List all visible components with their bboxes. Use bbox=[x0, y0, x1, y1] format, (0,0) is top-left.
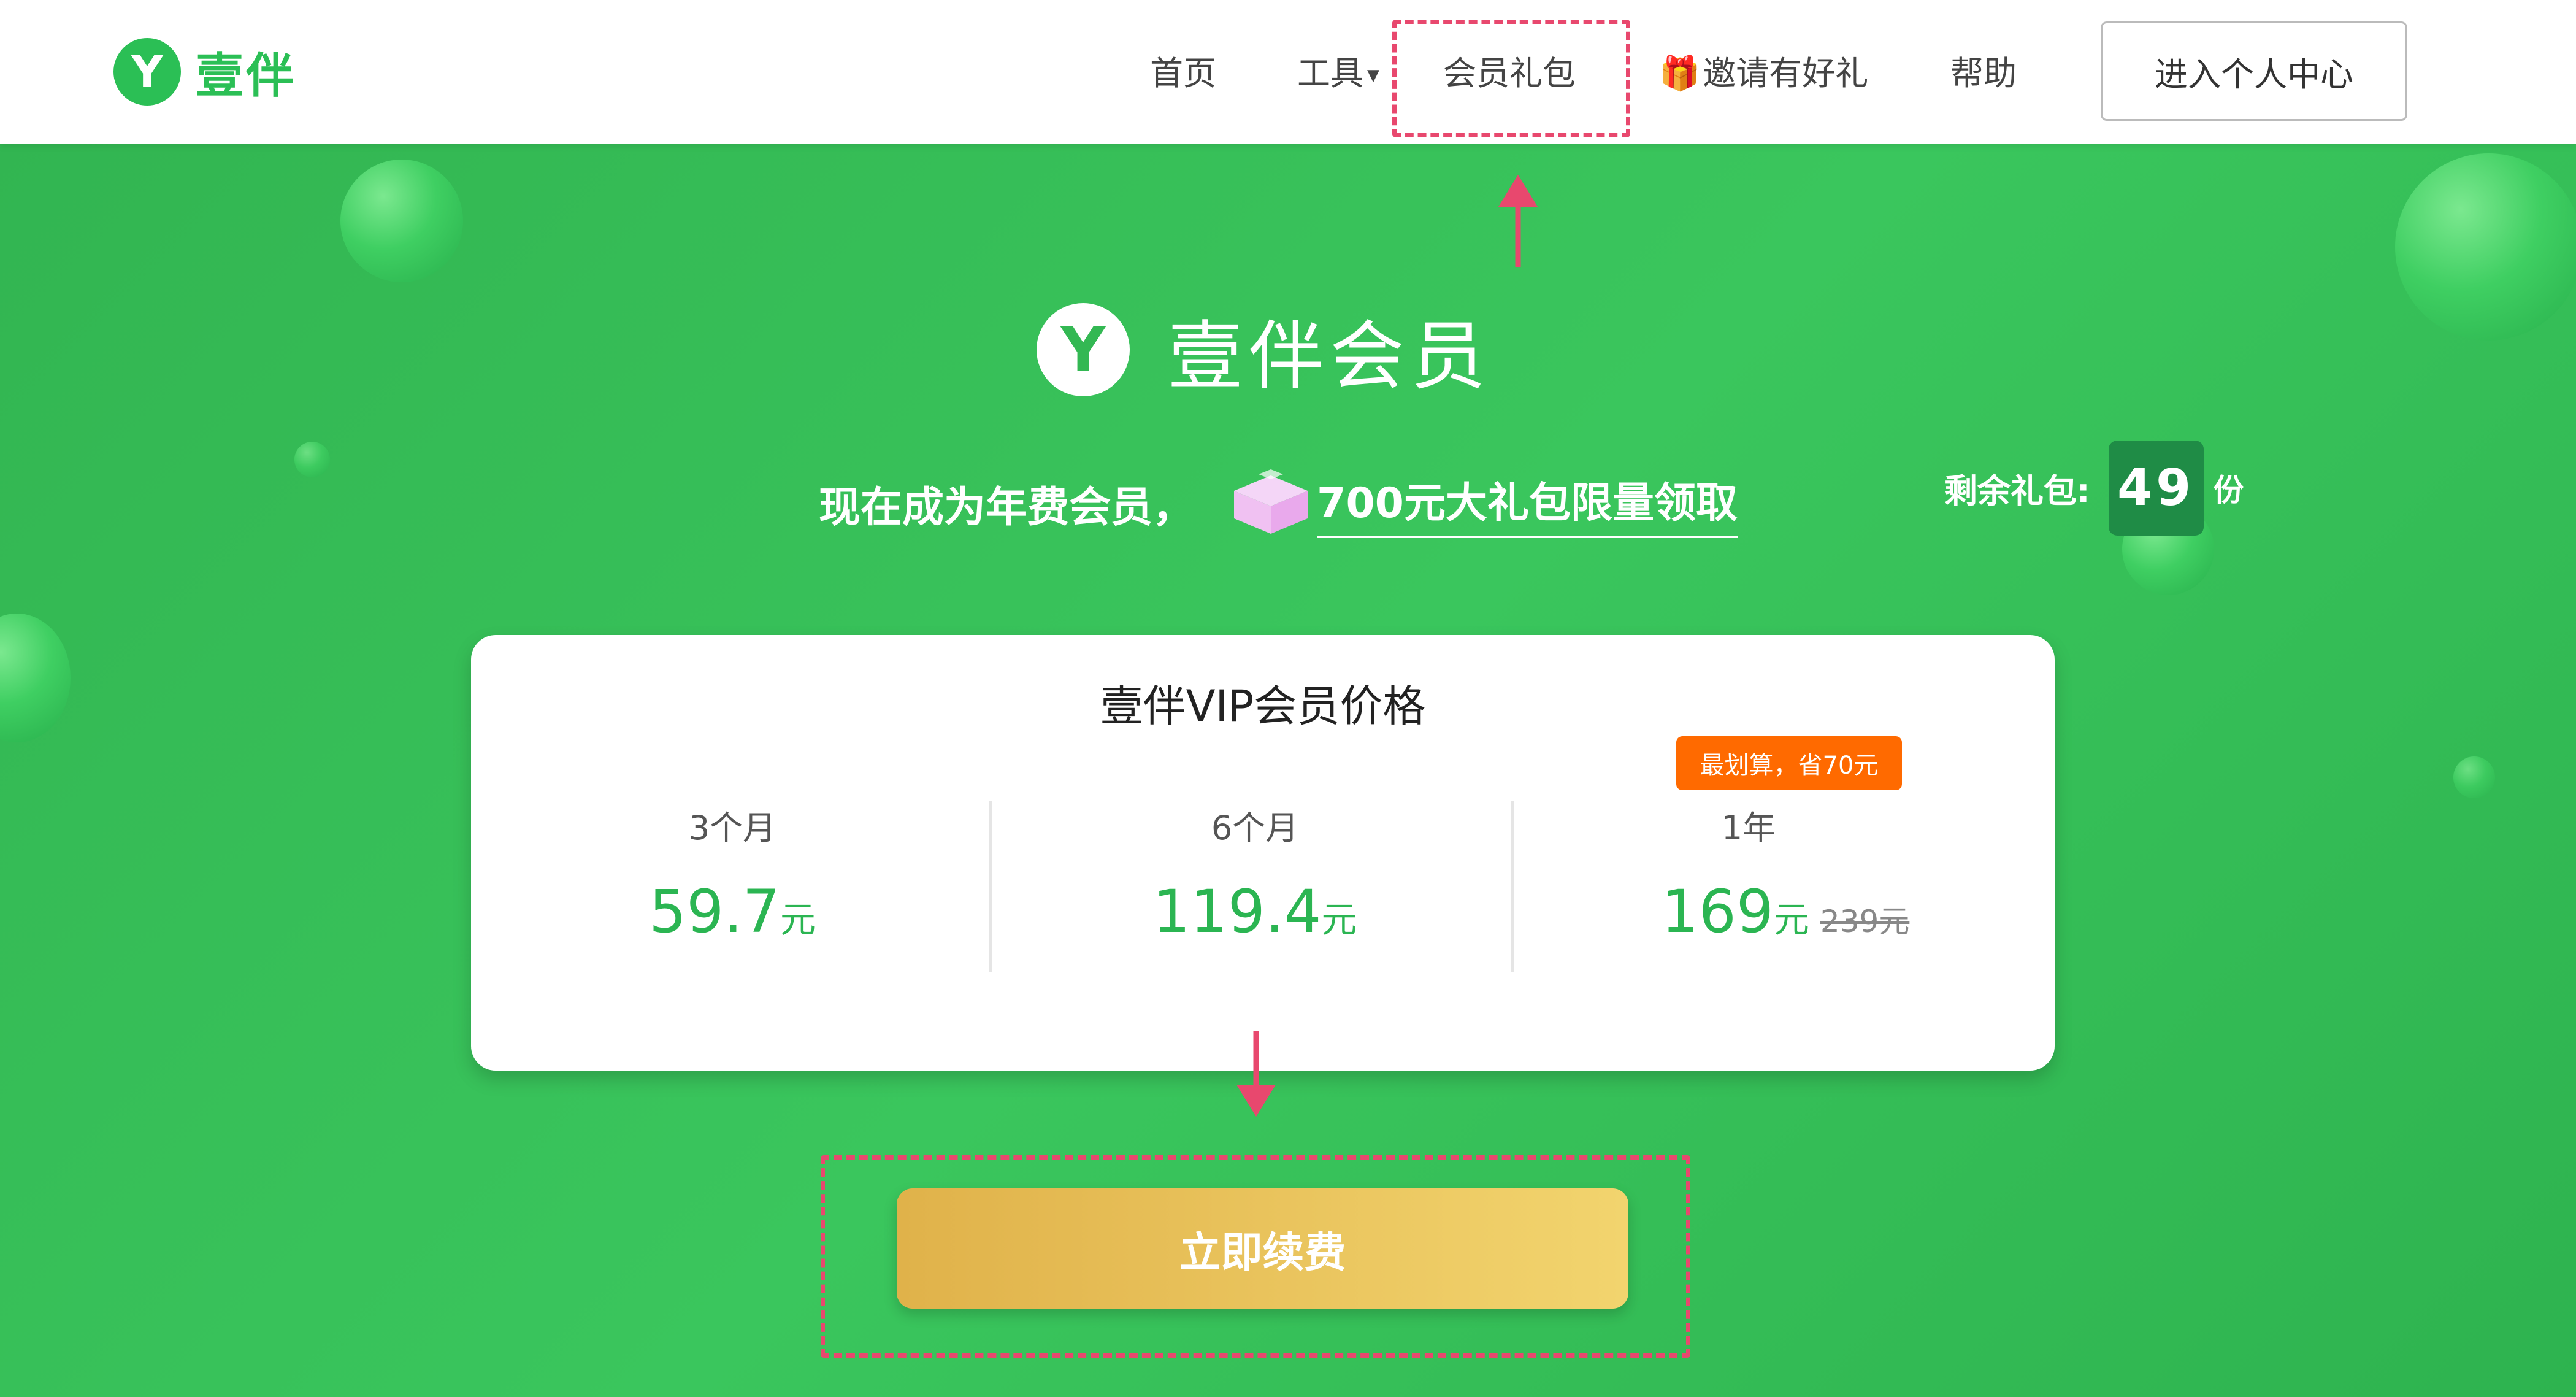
plan-price-value: 169 bbox=[1661, 877, 1774, 946]
nav-invite-label: 邀请有好礼 bbox=[1703, 54, 1869, 93]
decor-bubble bbox=[340, 160, 463, 282]
decor-bubble bbox=[2453, 756, 2495, 798]
nav-invite[interactable]: 🎁邀请有好礼 bbox=[1659, 43, 1868, 104]
caret-down-icon: ▼ bbox=[1367, 66, 1379, 85]
promo-line: 现在成为年费会员， 700元大礼包限量领取 bbox=[819, 463, 1738, 543]
plan-price-value: 59.7 bbox=[649, 877, 780, 946]
plan-price: 119.4元 bbox=[994, 877, 1516, 946]
hero-title-text: 壹伴会员 bbox=[1168, 312, 1492, 400]
nav-home[interactable]: 首页 bbox=[1150, 43, 1216, 104]
personal-center-button[interactable]: 进入个人中心 bbox=[2101, 21, 2407, 121]
plan-price-value: 119.4 bbox=[1152, 877, 1322, 946]
plan-duration: 1年 bbox=[1721, 809, 1776, 847]
annotation-arrow-down-icon bbox=[1236, 1031, 1276, 1117]
nav-tools[interactable]: 工具 ▼ bbox=[1297, 43, 1379, 104]
best-value-badge: 最划算，省70元 bbox=[1676, 736, 1902, 790]
plan-price: 59.7元 bbox=[471, 877, 994, 946]
nav-help[interactable]: 帮助 bbox=[1950, 43, 2017, 104]
gift-box-icon bbox=[1234, 469, 1308, 534]
plan-price-unit: 元 bbox=[1321, 899, 1357, 941]
plan-6-months[interactable]: 6个月 119.4元 bbox=[994, 801, 1516, 985]
plan-3-months[interactable]: 3个月 59.7元 bbox=[471, 801, 994, 985]
promo-gift-link[interactable]: 700元大礼包限量领取 bbox=[1317, 469, 1738, 538]
plan-price-unit: 元 bbox=[1773, 899, 1809, 941]
plan-duration: 3个月 bbox=[688, 809, 776, 847]
member-logo-icon: Y bbox=[1037, 303, 1130, 396]
nav-tools-label: 工具 bbox=[1297, 54, 1363, 93]
plan-price: 169元 239元 bbox=[1516, 877, 2055, 946]
brand-name: 壹伴 bbox=[196, 48, 297, 104]
remaining-gifts: 剩余礼包: 49 份 bbox=[1944, 439, 2244, 537]
plan-price-unit: 元 bbox=[780, 899, 816, 941]
plan-divider bbox=[989, 801, 992, 972]
plan-duration: 6个月 bbox=[1211, 809, 1299, 847]
plan-original-price: 239元 bbox=[1820, 904, 1910, 939]
annotation-highlight-renew bbox=[821, 1155, 1690, 1358]
remaining-unit: 份 bbox=[2213, 472, 2244, 508]
brand[interactable]: Y 壹伴 bbox=[113, 38, 296, 106]
remaining-label: 剩余礼包: bbox=[1944, 471, 2090, 510]
annotation-highlight-nav bbox=[1392, 20, 1630, 137]
decor-bubble bbox=[0, 614, 71, 742]
annotation-arrow-up-icon bbox=[1498, 175, 1538, 267]
brand-logo-icon: Y bbox=[113, 38, 181, 106]
decor-bubble bbox=[2395, 153, 2576, 341]
promo-text: 现在成为年费会员， bbox=[819, 483, 1195, 532]
pricing-title: 壹伴VIP会员价格 bbox=[1100, 681, 1426, 731]
remaining-count: 49 bbox=[2108, 440, 2204, 536]
hero-title: Y 壹伴会员 bbox=[1037, 301, 1492, 400]
decor-bubble bbox=[294, 442, 330, 477]
gift-icon: 🎁 bbox=[1659, 54, 1701, 93]
pricing-card: 壹伴VIP会员价格 最划算，省70元 3个月 59.7元 6个月 119.4元 … bbox=[471, 635, 2055, 1071]
plan-1-year[interactable]: 1年 169元 239元 bbox=[1516, 801, 2055, 985]
top-navbar: Y 壹伴 首页 工具 ▼ 会员礼包 🎁邀请有好礼 帮助 进入个人中心 bbox=[0, 0, 2576, 144]
